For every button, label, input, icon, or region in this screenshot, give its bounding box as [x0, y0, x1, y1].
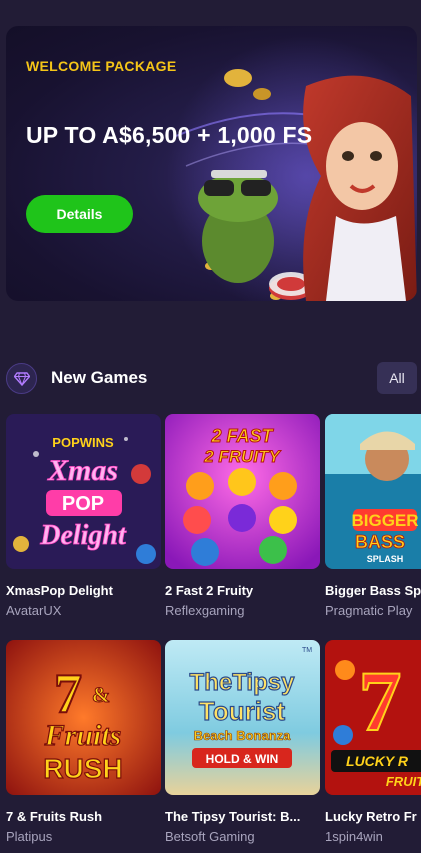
art-text: Beach Bonanza	[194, 728, 292, 743]
art-text: HOLD & WIN	[206, 752, 279, 766]
art-text: TheTipsy	[190, 669, 296, 696]
art-text: BASS	[355, 532, 405, 552]
art-text: RUSH	[43, 753, 122, 784]
page: WELCOME PACKAGE UP TO A$6,500 + 1,000 FS…	[0, 0, 421, 853]
game-provider: Reflexgaming	[165, 603, 245, 618]
welcome-banner[interactable]: WELCOME PACKAGE UP TO A$6,500 + 1,000 FS…	[6, 26, 417, 301]
art-text: TM	[302, 647, 312, 654]
game-title[interactable]: XmasPop Delight	[6, 583, 161, 598]
art-text: 7	[359, 653, 402, 749]
art-text: Tourist	[199, 696, 286, 726]
game-title[interactable]: 2 Fast 2 Fruity	[165, 583, 320, 598]
art-text: 7	[54, 663, 82, 725]
game-card[interactable]: 7 & Fruits RUSH 7 & Fruits Rush Platipus	[6, 640, 161, 844]
art-text: Xmas	[47, 454, 118, 487]
banner-eyebrow: WELCOME PACKAGE	[26, 58, 177, 74]
game-provider: 1spin4win	[325, 829, 383, 844]
game-thumbnail[interactable]: 7 LUCKY R FRUIT	[325, 640, 421, 795]
game-card[interactable]: 2 FAST 2 FRUITY 2 Fast 2 Fruity Reflexga…	[165, 414, 320, 618]
section-title: New Games	[51, 368, 148, 387]
game-title[interactable]: Bigger Bass Sp	[325, 583, 421, 598]
game-provider: Platipus	[6, 829, 53, 844]
game-provider: AvatarUX	[6, 603, 62, 618]
game-title[interactable]: Lucky Retro Fr	[325, 809, 421, 824]
game-provider: Pragmatic Play	[325, 603, 413, 618]
art-text: POP	[62, 493, 104, 515]
art-text: LUCKY R	[346, 753, 409, 769]
banner-title: UP TO A$6,500 + 1,000 FS	[26, 122, 313, 148]
details-button[interactable]: Details	[26, 195, 133, 233]
art-text: POPWINS	[52, 435, 114, 450]
art-text: Delight	[39, 520, 127, 551]
diamond-icon	[6, 363, 37, 394]
game-thumbnail[interactable]: 7 & Fruits RUSH	[6, 640, 161, 795]
game-title[interactable]: 7 & Fruits Rush	[6, 809, 161, 824]
art-text: Fruits	[44, 719, 122, 752]
art-text: BIGGER	[351, 511, 418, 530]
game-thumbnail[interactable]: BIGGER BASS SPLASH	[325, 414, 421, 569]
art-text: 2 FAST	[210, 426, 274, 446]
all-games-button[interactable]: All	[377, 362, 417, 394]
game-title[interactable]: The Tipsy Tourist: B...	[165, 809, 320, 824]
new-games-header: New Games All	[6, 362, 421, 394]
game-thumbnail[interactable]: POPWINS Xmas POP Delight	[6, 414, 161, 569]
game-card[interactable]: TheTipsy Tourist Beach Bonanza HOLD & WI…	[165, 640, 320, 844]
game-thumbnail[interactable]: TheTipsy Tourist Beach Bonanza HOLD & WI…	[165, 640, 320, 795]
game-card[interactable]: BIGGER BASS SPLASH Bigger Bass Sp Pragma…	[325, 414, 421, 618]
game-thumbnail[interactable]: 2 FAST 2 FRUITY	[165, 414, 320, 569]
game-provider: Betsoft Gaming	[165, 829, 255, 844]
game-card[interactable]: POPWINS Xmas POP Delight XmasPop Delight…	[6, 414, 161, 618]
game-card[interactable]: 7 LUCKY R FRUIT Lucky Retro Fr 1spin4win	[325, 640, 421, 844]
art-text: SPLASH	[367, 554, 404, 564]
art-text: FRUIT	[386, 774, 421, 789]
art-text: 2 FRUITY	[203, 447, 281, 466]
art-text: &	[92, 682, 110, 707]
